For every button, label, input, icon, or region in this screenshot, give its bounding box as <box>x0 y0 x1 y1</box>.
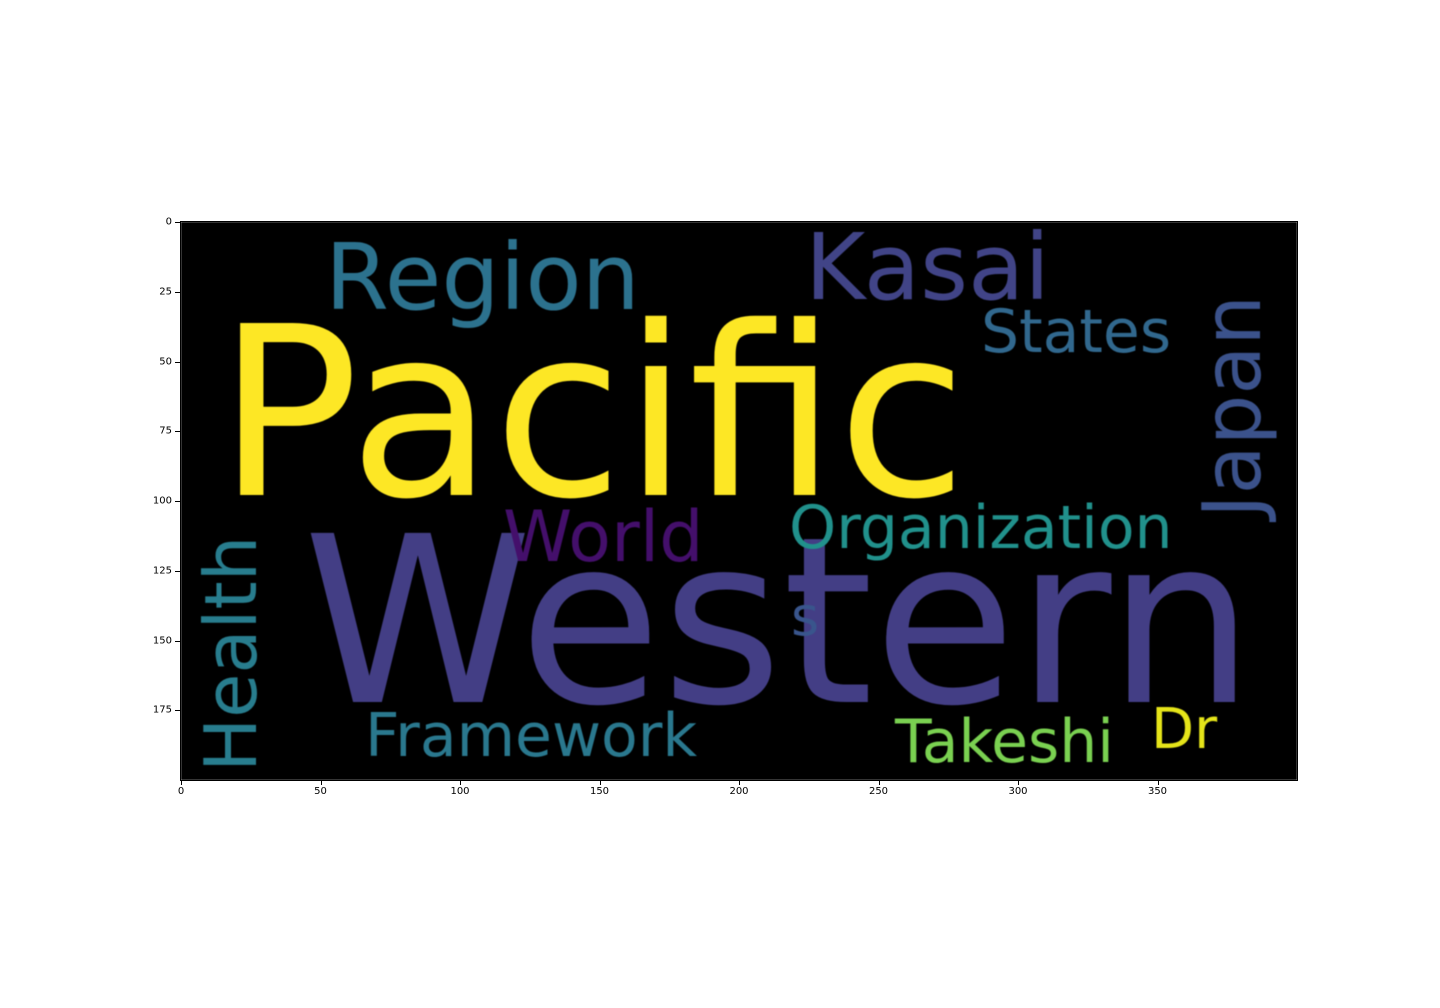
x-tick-mark <box>1157 780 1159 785</box>
x-tick-mark <box>320 780 322 785</box>
x-tick-mark <box>460 780 461 785</box>
y-tick-mark <box>175 640 180 642</box>
figure: Pacific Western Region Kasai States Japa… <box>0 0 1440 1008</box>
x-tick-mark <box>878 780 880 785</box>
y-tick-mark <box>175 501 180 502</box>
x-tick-label: 100 <box>450 786 470 797</box>
x-tick-mark <box>181 780 182 785</box>
word-framework: Framework <box>365 701 698 771</box>
x-tick-mark <box>599 780 601 785</box>
y-tick-label: 50 <box>159 356 172 367</box>
y-tick-label: 0 <box>165 216 172 228</box>
word-cloud-image: Pacific Western Region Kasai States Japa… <box>181 222 1297 780</box>
x-tick-label: 0 <box>177 786 185 797</box>
word-states: States <box>981 297 1172 367</box>
word-takeshi: Takeshi <box>895 707 1114 777</box>
word-japan[interactable]: Japan <box>1186 295 1279 518</box>
y-tick-mark <box>175 291 180 293</box>
x-tick-label: 350 <box>1147 786 1168 797</box>
x-tick-label: 300 <box>1008 786 1028 797</box>
word-health: Health <box>189 535 273 772</box>
y-tick-label: 25 <box>159 286 172 298</box>
y-tick-mark <box>175 431 180 433</box>
x-tick-mark <box>1018 780 1019 785</box>
y-tick-label: 100 <box>152 495 172 507</box>
word-s: s <box>791 585 820 648</box>
y-tick-mark <box>175 361 180 363</box>
word-region: Region <box>325 224 640 331</box>
word-dr: Dr <box>1151 697 1218 762</box>
x-tick-label: 200 <box>729 786 749 797</box>
y-tick-label: 150 <box>152 635 172 646</box>
y-tick-mark <box>175 710 180 712</box>
x-tick-label: 50 <box>314 786 327 797</box>
x-tick-mark <box>739 780 740 785</box>
word-world: World <box>503 496 704 578</box>
y-tick-mark <box>175 222 180 223</box>
word-organization: Organization <box>789 493 1173 563</box>
x-tick-label: 250 <box>868 786 889 797</box>
y-tick-label: 125 <box>152 565 172 577</box>
y-tick-label: 175 <box>152 704 172 716</box>
y-tick-mark <box>175 570 180 572</box>
x-tick-label: 150 <box>589 786 610 797</box>
y-tick-label: 75 <box>159 425 172 437</box>
